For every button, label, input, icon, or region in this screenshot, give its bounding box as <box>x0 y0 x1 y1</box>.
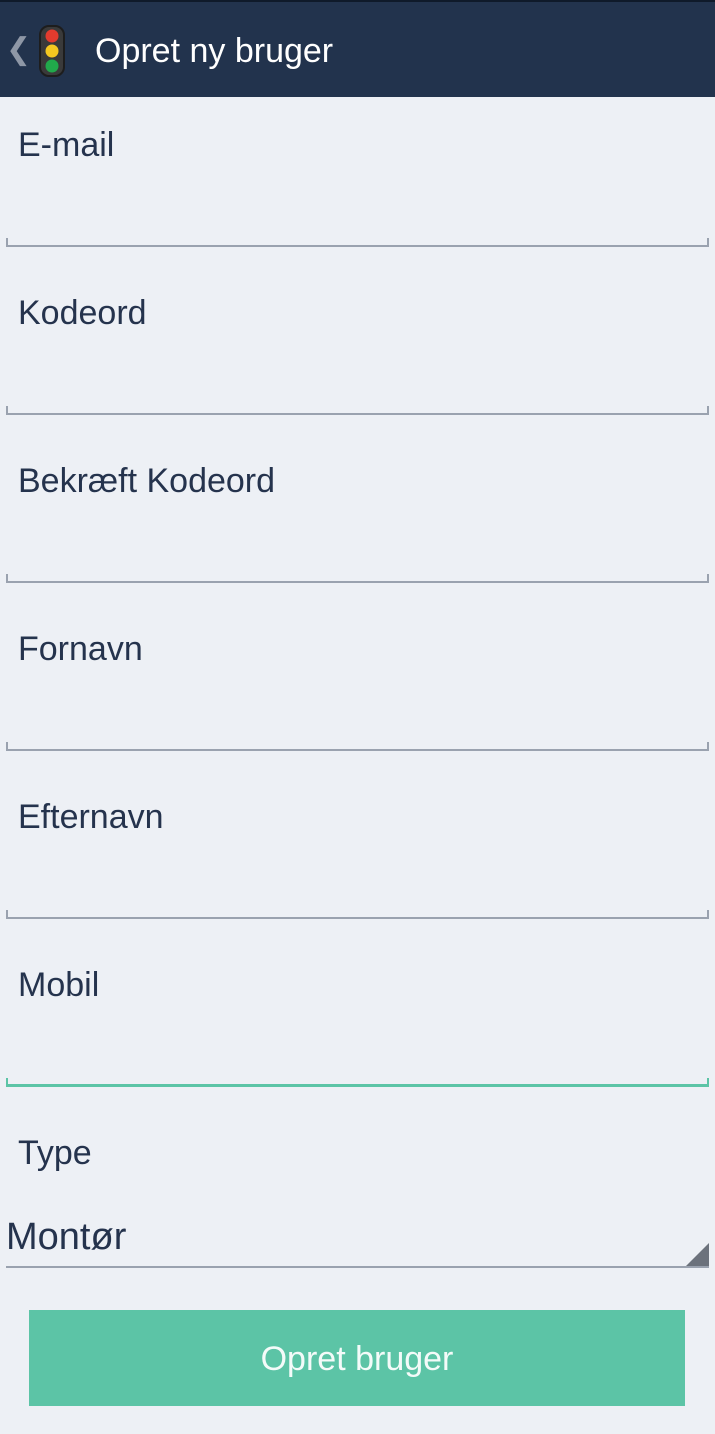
mobile-input[interactable] <box>6 1015 709 1079</box>
last-name-underline <box>6 910 709 919</box>
password-underline <box>6 406 709 415</box>
type-select[interactable]: Montør <box>6 1215 126 1259</box>
traffic-light-icon <box>39 25 65 77</box>
mobile-label: Mobil <box>18 966 100 1004</box>
mobile-underline-focused <box>6 1078 709 1087</box>
last-name-input[interactable] <box>6 847 709 911</box>
create-user-button[interactable]: Opret bruger <box>29 1310 685 1406</box>
confirm-password-label: Bekræft Kodeord <box>18 462 276 500</box>
password-input[interactable] <box>6 343 709 407</box>
confirm-password-input[interactable] <box>6 511 709 575</box>
type-select-underline <box>6 1266 709 1268</box>
dropdown-corner-icon[interactable] <box>686 1243 709 1266</box>
email-input[interactable] <box>6 175 709 239</box>
back-chevron-icon[interactable]: ❮ <box>6 32 31 68</box>
first-name-underline <box>6 742 709 751</box>
type-label: Type <box>18 1134 92 1172</box>
page-title: Opret ny bruger <box>95 32 334 70</box>
last-name-label: Efternavn <box>18 798 164 836</box>
email-underline <box>6 238 709 247</box>
app-bar: ❮ Opret ny bruger <box>0 0 715 97</box>
first-name-input[interactable] <box>6 679 709 743</box>
first-name-label: Fornavn <box>18 630 143 668</box>
confirm-password-underline <box>6 574 709 583</box>
password-label: Kodeord <box>18 294 147 332</box>
email-label: E-mail <box>18 126 115 164</box>
